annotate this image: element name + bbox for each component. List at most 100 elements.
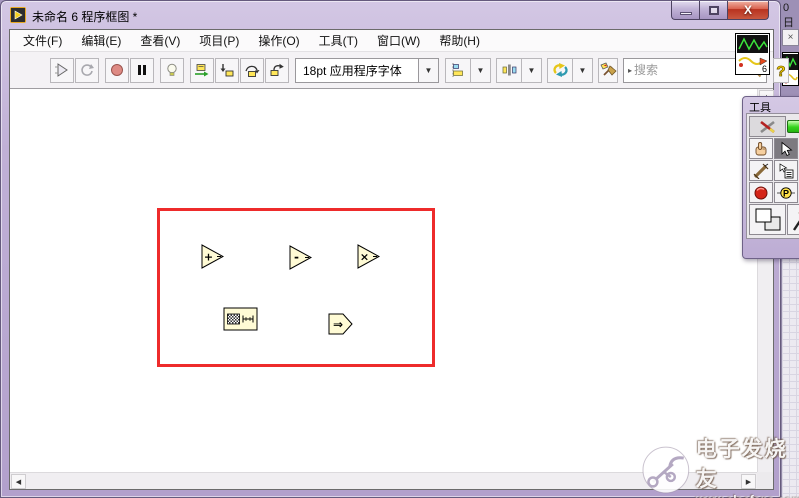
client-area: 文件(F) 编辑(E) 查看(V) 项目(P) 操作(O) 工具(T) 窗口(W… [9,29,789,490]
broom-icon [600,62,617,76]
color-squares-icon [755,208,780,230]
highlight-execution-button[interactable] [160,57,184,83]
wire-spool-icon [753,163,769,179]
align-dropdown-arrow-icon: ▼ [471,57,491,83]
auto-select-led-indicator[interactable] [787,120,799,133]
scroll-left-arrow[interactable]: ◀ [11,474,26,489]
distribute-objects-dropdown[interactable]: ▼ [496,57,542,83]
menu-help[interactable]: 帮助(H) [432,29,487,52]
step-over-button[interactable] [240,57,264,83]
arrow-cursor-icon [781,141,793,156]
menu-tools[interactable]: 工具(T) [312,29,365,52]
pause-icon [138,65,146,75]
step-into-button[interactable] [215,57,239,83]
tools-palette-body: P [746,113,799,239]
abort-execution-button[interactable] [105,57,129,83]
maximize-icon [708,5,719,15]
canvas-wrap: + - × ⇒ ◀ ▶ [10,89,774,489]
search-input[interactable] [634,63,747,77]
search-scope-icon[interactable]: ▸ [628,66,632,75]
titlebar[interactable]: 未命名 6 程序框图 * X [1,1,780,29]
distribute-dropdown-arrow-icon: ▼ [522,57,542,83]
vi-window-icon [10,7,26,23]
svg-text:⇒: ⇒ [333,318,343,332]
font-selector-value: 18pt 应用程序字体 [295,57,419,83]
background-window-date-fragment: 0日 [783,2,794,29]
add-function-node[interactable]: + [201,244,224,269]
horizontal-scrollbar[interactable]: ◀ ▶ [10,472,757,489]
run-arrow-icon [55,63,68,77]
background-window-close-fragment: × [782,29,799,46]
menu-project[interactable]: 项目(P) [192,29,246,52]
hand-icon [755,141,767,155]
vi-icon-panel[interactable]: 6 [735,33,770,75]
align-objects-dropdown[interactable]: ▼ [445,57,491,83]
paint-brush-icon [793,211,799,231]
svg-text:-: - [294,250,299,264]
reorder-dropdown-arrow-icon: ▼ [573,57,593,83]
light-bulb-icon [167,63,177,76]
distribute-objects-icon [496,57,522,83]
reorder-icon [547,57,573,83]
reorder-dropdown[interactable]: ▼ [547,57,593,83]
subtract-function-node[interactable]: - [289,245,312,270]
multiply-function-node[interactable]: × [357,244,380,269]
vi-number: 6 [761,64,767,74]
minimize-icon [679,11,692,15]
font-selector[interactable]: 18pt 应用程序字体 ▼ [295,57,439,83]
block-diagram-canvas[interactable]: + - × ⇒ [10,89,757,472]
probe-data-tool[interactable]: P [774,182,798,203]
red-annotation-rectangle [157,208,435,367]
step-over-icon [245,65,260,77]
clean-up-diagram-button[interactable] [598,57,618,83]
run-continuously-icon [81,64,94,76]
toolbar: 18pt 应用程序字体 ▼ ▼ ▼ ▼ ▸ 搜索 ? 6 [10,33,789,89]
scrollbar-corner [757,472,773,489]
menu-operate[interactable]: 操作(O) [251,29,306,52]
get-color-tool[interactable] [749,204,786,235]
window-title: 未命名 6 程序框图 * [32,10,138,24]
menu-bar: 文件(F) 编辑(E) 查看(V) 项目(P) 操作(O) 工具(T) 窗口(W… [10,30,773,52]
pause-button[interactable] [130,57,154,83]
help-question-icon: ? [776,62,786,78]
tools-palette-title[interactable]: 工具 [746,98,799,114]
run-button[interactable] [50,57,74,83]
step-out-button[interactable] [265,57,289,83]
desktop: 0日 × 未命名 6 程序框图 * X 文件(F) 编辑(E) 查看(V) 项目… [0,0,799,498]
menu-edit[interactable]: 编辑(E) [74,29,128,52]
step-out-icon [270,63,284,76]
set-color-brush-tool[interactable] [787,204,799,235]
close-button[interactable]: X [727,1,769,20]
operate-value-tool[interactable] [749,138,773,159]
retain-wire-values-button[interactable] [190,57,214,83]
align-objects-icon [445,57,471,83]
background-grid-window-fragment [781,248,799,498]
tools-palette[interactable]: 工具 P [742,96,799,259]
retain-wire-values-icon [195,64,209,77]
crossed-tools-icon [759,120,775,133]
menu-window[interactable]: 窗口(W) [370,29,427,52]
help-button[interactable]: ? [773,57,789,83]
minimize-button[interactable] [671,1,699,20]
object-shortcut-menu-tool[interactable] [774,160,798,181]
probe-icon: P [777,186,795,199]
set-clear-breakpoint-tool[interactable] [749,182,773,203]
maximize-button[interactable] [699,1,727,20]
abort-stop-icon [111,64,123,76]
labview-block-diagram-window: 未命名 6 程序框图 * X 文件(F) 编辑(E) 查看(V) 项目(P) 操… [0,0,789,498]
automatic-tool-selection-button[interactable] [749,116,786,137]
svg-text:P: P [783,188,789,198]
string-length-function-node[interactable] [223,307,258,331]
menu-file[interactable]: 文件(F) [16,29,69,52]
svg-text:×: × [360,251,369,264]
svg-text:+: + [204,251,213,264]
shortcut-menu-icon [779,162,794,178]
step-into-icon [220,64,234,77]
scroll-right-arrow[interactable]: ▶ [741,474,756,489]
run-continuously-button[interactable] [75,57,99,83]
menu-view[interactable]: 查看(V) [133,29,187,52]
connect-wire-tool[interactable] [749,160,773,181]
convert-function-node[interactable]: ⇒ [328,313,353,335]
font-dropdown-arrow-icon[interactable]: ▼ [419,57,439,83]
position-size-select-tool[interactable] [774,138,798,159]
